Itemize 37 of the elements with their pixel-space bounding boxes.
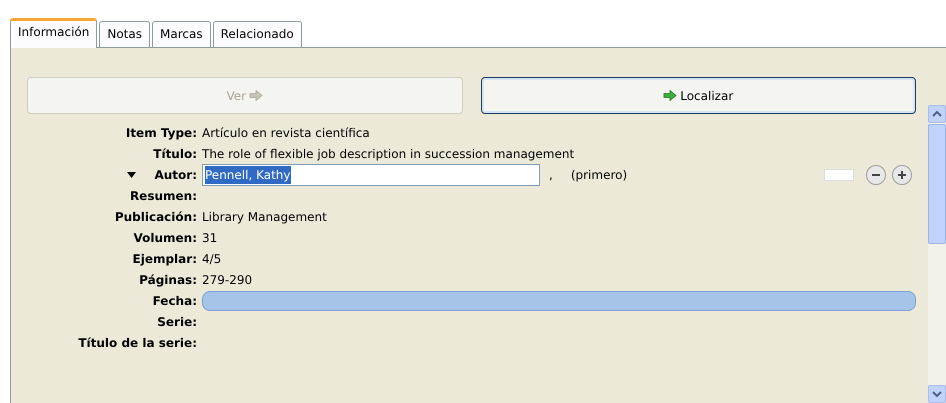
field-label: Autor: bbox=[154, 166, 197, 184]
tab[interactable]: Información bbox=[10, 18, 98, 48]
field-label: Ejemplar: bbox=[132, 250, 197, 268]
field-label: Volumen: bbox=[133, 230, 197, 246]
creator-note: (primero) bbox=[570, 166, 628, 184]
tab[interactable]: Relacionado bbox=[212, 21, 302, 47]
scroll-thumb[interactable] bbox=[928, 124, 946, 244]
scroll-up-button[interactable] bbox=[928, 105, 946, 123]
field-label: Fecha: bbox=[152, 292, 197, 310]
chevron-up-icon bbox=[932, 110, 942, 118]
field-value: 4/5 bbox=[202, 250, 222, 268]
field-value: The role of flexible job description in succession management bbox=[202, 146, 574, 162]
field-label: Páginas: bbox=[139, 272, 197, 288]
add-button[interactable] bbox=[892, 164, 912, 184]
date-field[interactable] bbox=[202, 290, 916, 310]
field-value: Library Management bbox=[202, 208, 327, 226]
field-label: Publicación: bbox=[114, 208, 197, 226]
chevron-down-icon bbox=[932, 390, 942, 398]
scroll-down-button[interactable] bbox=[928, 385, 946, 403]
field-label: Item Type: bbox=[126, 124, 197, 142]
field-label: Título: bbox=[153, 146, 197, 162]
locate-button[interactable]: Localizar bbox=[480, 77, 916, 114]
tab[interactable]: Notas bbox=[99, 21, 150, 47]
arrow-icon bbox=[249, 90, 264, 101]
field-label: Resumen: bbox=[130, 188, 197, 204]
field-value: Artículo en revista científica bbox=[202, 124, 370, 142]
remove-button[interactable] bbox=[866, 164, 886, 184]
field-label: Serie: bbox=[157, 314, 197, 330]
creator-type-field[interactable] bbox=[824, 168, 854, 180]
plus-icon bbox=[897, 170, 907, 180]
separator-text: , bbox=[548, 166, 553, 184]
tab[interactable]: Marcas bbox=[152, 21, 211, 47]
field-label: Título de la serie: bbox=[78, 334, 197, 352]
field-value: 279-290 bbox=[202, 272, 252, 288]
arrow-icon bbox=[663, 90, 678, 101]
field-value: 31 bbox=[202, 230, 218, 246]
author-field[interactable]: Pennell, Kathy bbox=[202, 164, 540, 186]
